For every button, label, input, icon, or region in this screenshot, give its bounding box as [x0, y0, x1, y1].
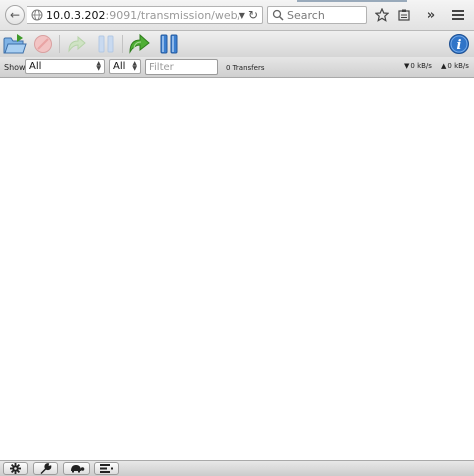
torrent-list[interactable] — [0, 78, 474, 460]
resume-selected-button[interactable] — [65, 32, 89, 56]
pause-selected-button[interactable] — [94, 32, 118, 56]
svg-text:i: i — [457, 38, 462, 53]
preferences-button[interactable] — [33, 462, 58, 475]
status-filter-value: All — [29, 61, 42, 72]
settings-button[interactable] — [3, 462, 28, 475]
tracker-filter-select[interactable]: All ▲ ▼ — [109, 59, 141, 74]
bottom-toolbar — [0, 460, 474, 476]
upload-arrow-icon: ▲ — [441, 62, 447, 70]
search-input[interactable] — [287, 8, 363, 22]
star-icon — [375, 8, 389, 22]
open-torrent-button[interactable] — [3, 32, 27, 56]
pause-icon — [98, 35, 114, 53]
toolbar-separator — [122, 35, 123, 53]
gear-icon — [10, 463, 21, 474]
list-view-icon — [100, 464, 113, 473]
download-speed: ▼0 kB/s — [404, 62, 432, 70]
inspector-button[interactable]: i — [447, 32, 471, 56]
globe-icon — [31, 9, 43, 21]
hamburger-menu-icon — [452, 10, 464, 20]
wrench-icon — [40, 463, 51, 474]
select-arrows-icon: ▲ ▼ — [132, 60, 137, 72]
search-box[interactable] — [267, 6, 367, 24]
menu-button[interactable] — [450, 7, 466, 23]
toolbar-separator — [59, 35, 60, 53]
url-host: 10.0.3.202 — [46, 8, 106, 22]
url-path: :9091/transmission/web/ — [105, 8, 239, 22]
url-text: 10.0.3.202:9091/transmission/web/ — [46, 9, 239, 22]
upload-speed-value: 0 kB/s — [447, 62, 469, 70]
reload-icon[interactable]: ↻ — [248, 8, 258, 22]
remove-torrent-button[interactable] — [31, 32, 55, 56]
select-arrows-icon: ▲ ▼ — [96, 60, 101, 72]
double-chevron-icon: » — [426, 7, 436, 23]
compact-view-button[interactable] — [94, 462, 119, 475]
pause-all-button[interactable] — [157, 32, 181, 56]
back-arrow-icon: ← — [9, 8, 21, 22]
turtle-icon — [70, 465, 84, 473]
turtle-mode-button[interactable] — [63, 462, 90, 475]
pause-all-icon — [160, 34, 178, 54]
remove-circle-icon — [34, 35, 52, 53]
filter-bar: Show All ▲▼ All ▲▼ 0 Transfers ▼0 kB/s ▲… — [0, 57, 474, 78]
download-speed-value: 0 kB/s — [410, 62, 432, 70]
resume-arrow-icon — [68, 35, 86, 53]
status-filter-select[interactable]: All ▲ ▼ — [25, 59, 105, 74]
tab-progress-line — [297, 0, 407, 2]
clipboard-icon — [398, 9, 410, 21]
show-label: Show — [4, 63, 26, 72]
transfers-count: 0 Transfers — [226, 64, 265, 72]
resume-all-arrow-icon — [129, 33, 150, 54]
address-bar[interactable]: 10.0.3.202:9091/transmission/web/ ▼ ↻ — [27, 6, 263, 24]
bookmark-star-button[interactable] — [374, 7, 390, 23]
tracker-filter-value: All — [113, 61, 126, 72]
download-arrow-icon: ▼ — [404, 62, 410, 70]
open-folder-icon — [3, 34, 27, 54]
url-history-dropdown-icon[interactable]: ▼ — [239, 11, 245, 20]
resume-all-button[interactable] — [128, 32, 152, 56]
overflow-chevron-button[interactable]: » — [423, 7, 439, 23]
reader-list-button[interactable] — [396, 7, 412, 23]
info-icon: i — [449, 34, 469, 54]
transmission-toolbar: i — [0, 31, 474, 57]
back-button[interactable]: ← — [5, 5, 25, 25]
filter-input[interactable] — [145, 59, 218, 75]
upload-speed: ▲0 kB/s — [441, 62, 469, 70]
search-icon — [272, 9, 284, 21]
browser-toolbar: ← 10.0.3.202:9091/transmission/web/ ▼ ↻ — [0, 0, 474, 31]
